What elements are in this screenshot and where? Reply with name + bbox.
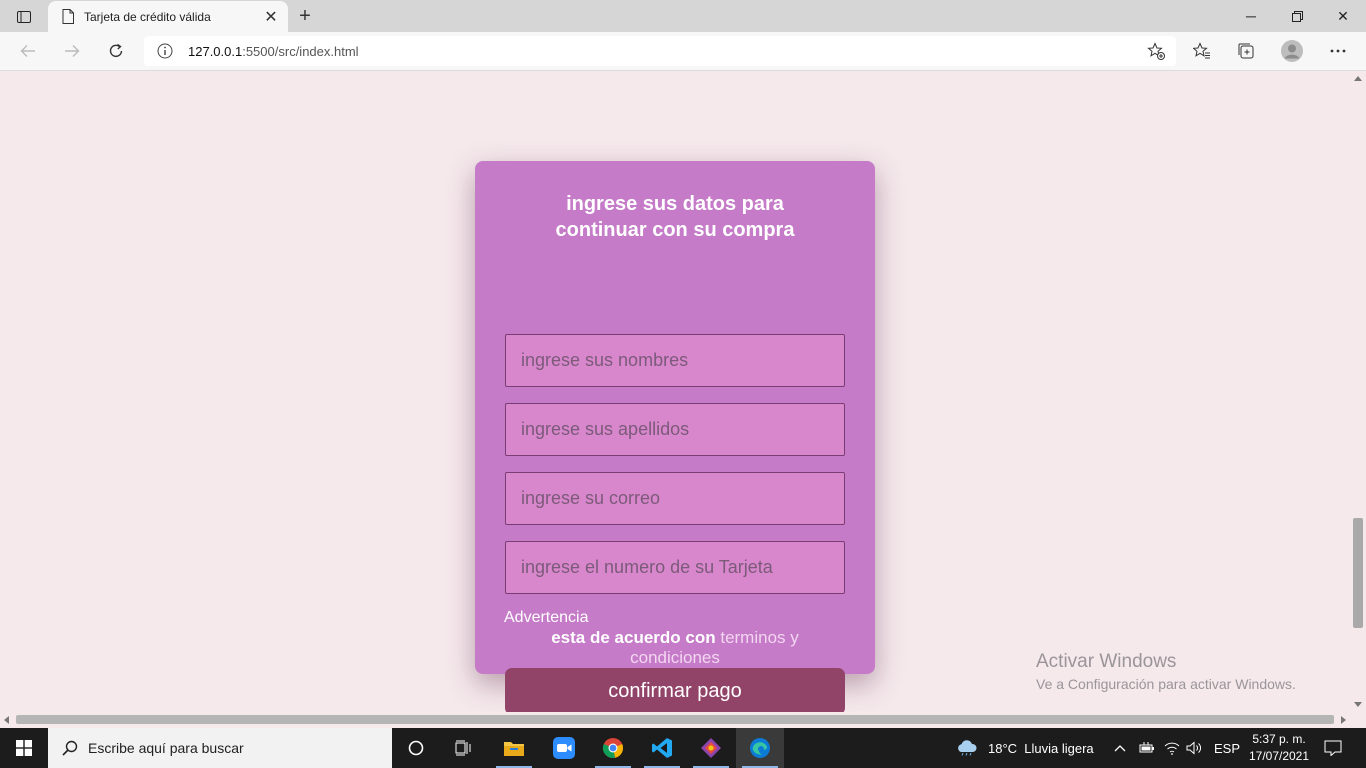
zoom-app-icon[interactable] xyxy=(540,728,588,768)
warning-title: Advertencia xyxy=(504,609,589,626)
collections-icon[interactable] xyxy=(1231,37,1261,65)
search-icon xyxy=(60,738,80,758)
close-window-icon[interactable]: ✕ xyxy=(1320,0,1366,32)
language-indicator[interactable]: ESP xyxy=(1214,728,1240,768)
horizontal-scrollbar[interactable] xyxy=(0,712,1350,728)
scroll-left-icon[interactable] xyxy=(4,716,9,724)
clock-time: 5:37 p. m. xyxy=(1252,732,1306,746)
vertical-scroll-thumb[interactable] xyxy=(1353,518,1363,628)
new-tab-icon[interactable]: + xyxy=(292,4,318,28)
more-options-icon[interactable] xyxy=(1323,37,1353,65)
scrollbar-corner xyxy=(1350,712,1366,728)
watermark-title: Activar Windows xyxy=(1036,651,1177,672)
task-view-icon[interactable] xyxy=(440,728,488,768)
favorites-icon[interactable] xyxy=(1187,37,1217,65)
weather-widget[interactable]: 18°C Lluvia ligera xyxy=(956,728,1094,768)
browser-tab-active[interactable]: Tarjeta de crédito válida ✕ xyxy=(48,1,288,32)
windows-taskbar: Escribe aquí para buscar 18°C Lluvia lig… xyxy=(0,728,1366,768)
volume-icon[interactable] xyxy=(1186,728,1202,768)
scroll-down-icon[interactable] xyxy=(1354,702,1362,707)
horizontal-scroll-thumb[interactable] xyxy=(16,715,1334,724)
page-viewport: ingrese sus datos para continuar con su … xyxy=(0,71,1350,712)
vscode-icon[interactable] xyxy=(638,728,686,768)
last-name-input[interactable] xyxy=(505,403,845,456)
edge-browser-icon[interactable] xyxy=(736,728,784,768)
first-name-input[interactable] xyxy=(505,334,845,387)
activate-windows-watermark: Activar Windows Ve a Configuración para … xyxy=(1036,651,1296,692)
taskbar-search-box[interactable]: Escribe aquí para buscar xyxy=(48,728,392,768)
email-input[interactable] xyxy=(505,472,845,525)
vertical-scrollbar[interactable] xyxy=(1350,71,1366,712)
close-tab-icon[interactable]: ✕ xyxy=(258,5,284,29)
page-icon xyxy=(60,9,76,25)
browser-tab-bar: Tarjeta de crédito válida ✕ + ─ ✕ xyxy=(0,0,1366,32)
form-heading: ingrese sus datos para continuar con su … xyxy=(555,193,795,241)
system-clock[interactable]: 5:37 p. m. 17/07/2021 xyxy=(1240,731,1318,765)
cloud-rain-icon xyxy=(956,740,978,756)
payment-form-card: ingrese sus datos para continuar con su … xyxy=(475,161,875,712)
browser-toolbar: 127.0.0.1:5500/src/index.html xyxy=(0,32,1366,71)
profile-avatar-icon[interactable] xyxy=(1277,37,1307,65)
url-text: 127.0.0.1:5500/src/index.html xyxy=(188,43,359,59)
warning-statement: esta de acuerdo con xyxy=(551,628,716,647)
show-hidden-icons-icon[interactable] xyxy=(1114,728,1126,768)
minimize-icon[interactable]: ─ xyxy=(1228,0,1274,32)
watermark-subtitle: Ve a Configuración para activar Windows. xyxy=(1036,676,1296,692)
file-explorer-icon[interactable] xyxy=(490,728,538,768)
clock-date: 17/07/2021 xyxy=(1248,749,1310,763)
tab-actions-icon[interactable] xyxy=(8,6,40,28)
scroll-up-icon[interactable] xyxy=(1354,76,1362,81)
back-icon[interactable] xyxy=(12,36,44,66)
chrome-icon[interactable] xyxy=(589,728,637,768)
restore-icon[interactable] xyxy=(1274,0,1320,32)
scroll-right-icon[interactable] xyxy=(1341,716,1346,724)
address-bar[interactable]: 127.0.0.1:5500/src/index.html xyxy=(144,36,1176,66)
notifications-icon[interactable] xyxy=(1324,728,1342,768)
weather-text: 18°C Lluvia ligera xyxy=(988,740,1094,756)
add-favorite-icon[interactable] xyxy=(1146,41,1166,61)
forward-icon[interactable] xyxy=(56,36,88,66)
confirm-payment-button[interactable]: confirmar pago xyxy=(505,668,845,712)
cortana-icon[interactable] xyxy=(392,728,440,768)
windows-start-icon[interactable] xyxy=(0,728,48,768)
tab-title: Tarjeta de crédito válida xyxy=(84,9,211,24)
search-placeholder: Escribe aquí para buscar xyxy=(88,740,244,756)
warning-text: esta de acuerdo con terminos y condicion… xyxy=(535,628,815,668)
battery-icon[interactable] xyxy=(1139,728,1155,768)
wifi-icon[interactable] xyxy=(1164,728,1180,768)
gitkraken-icon[interactable] xyxy=(687,728,735,768)
site-info-icon[interactable] xyxy=(156,42,174,60)
card-number-input[interactable] xyxy=(505,541,845,594)
refresh-icon[interactable] xyxy=(100,36,132,66)
